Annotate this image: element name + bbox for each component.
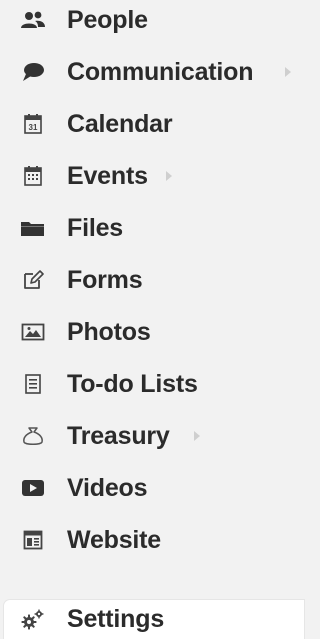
sidebar-menu: People Communication 31 Calendar Events … [0,0,304,639]
menu-item-label: Treasury [67,421,170,450]
checklist-icon [20,371,46,397]
treasury-icon [20,423,46,449]
chevron-right-icon [166,171,172,181]
menu-item-settings[interactable]: Settings [0,600,304,639]
photo-icon [20,319,46,345]
menu-item-label: People [67,5,148,34]
menu-item-files[interactable]: Files [0,205,304,251]
gears-icon [20,607,46,633]
people-icon [20,7,46,33]
chat-bubble-icon [20,59,46,85]
chevron-right-icon [194,431,200,441]
event-calendar-icon [20,163,46,189]
folder-icon [20,215,46,241]
calendar-icon: 31 [20,111,46,137]
menu-item-to-do-lists[interactable]: To-do Lists [0,361,304,407]
menu-item-label: Forms [67,265,143,294]
menu-item-label: To-do Lists [67,369,198,398]
menu-item-forms[interactable]: Forms [0,257,304,303]
website-icon [20,527,46,553]
menu-item-label: Calendar [67,109,173,138]
menu-item-calendar[interactable]: 31 Calendar [0,101,304,147]
menu-item-label: Communication [67,57,254,86]
menu-item-treasury[interactable]: Treasury [0,413,304,459]
svg-text:31: 31 [29,123,38,132]
chevron-right-icon [285,67,291,77]
menu-item-label: Photos [67,317,151,346]
menu-item-label: Videos [67,473,148,502]
menu-item-label: Website [67,525,161,554]
edit-form-icon [20,267,46,293]
menu-item-people[interactable]: People [0,0,304,43]
video-play-icon [20,475,46,501]
menu-item-communication[interactable]: Communication [0,49,304,95]
menu-item-website[interactable]: Website [0,517,304,563]
menu-item-photos[interactable]: Photos [0,309,304,355]
settings-label: Settings [67,605,165,633]
menu-item-label: Events [67,161,148,190]
menu-item-events[interactable]: Events [0,153,304,199]
menu-item-videos[interactable]: Videos [0,465,304,511]
menu-item-label: Files [67,213,123,242]
